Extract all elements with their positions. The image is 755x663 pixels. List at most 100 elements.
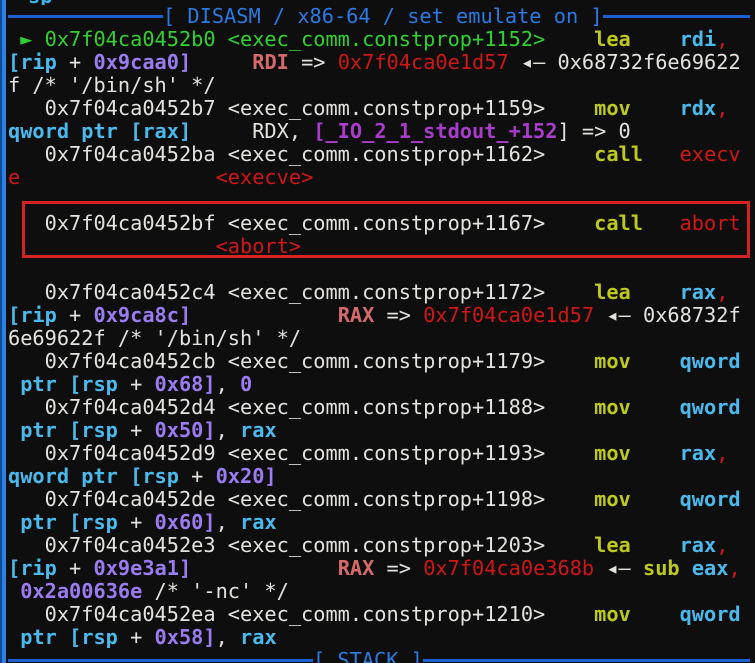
code-token-plain: , — [215, 418, 241, 442]
code-token-imm: 0x58] — [154, 625, 216, 649]
disasm-row: f /* '/bin/sh' */ — [8, 74, 755, 97]
disasm-row: ► 0x7f04ca0452b0 <exec_comm.constprop+11… — [8, 28, 755, 51]
header-label-disasm: [ DISASM / x86-64 / set emulate on ] — [163, 4, 603, 28]
code-token-register: ptr [rsp — [8, 372, 118, 396]
disasm-row: [rip + 0x9e3a1] RAX => 0x7f04ca0e368b ◂—… — [8, 557, 755, 580]
code-token-plain: 0x7f04ca0452d4 <exec_comm.constprop+1188… — [8, 395, 546, 419]
code-token-symbol: [_IO_2_1_stdout_+152 — [313, 119, 558, 143]
code-token-plain: , — [215, 625, 241, 649]
code-token-addr: , — [716, 280, 729, 304]
code-token-mnemonic: mov — [545, 441, 631, 465]
disasm-row: ptr [rsp + 0x60], rax — [8, 511, 755, 534]
code-token-plain: 0x7f04ca0452de <exec_comm.constprop+1198… — [8, 487, 546, 511]
code-token-plain: + — [56, 556, 94, 580]
code-token-plain: + — [56, 303, 94, 327]
code-token-plain: + — [56, 50, 94, 74]
code-token-mnemonic: mov — [545, 395, 631, 419]
code-token-current: ► 0x7f04ca0452b0 <exec_comm.constprop+11… — [8, 27, 546, 51]
code-token-mnemonic: mov — [545, 96, 631, 120]
code-token-plain: => — [374, 303, 424, 327]
code-token-imm: 0x9caa0] — [93, 50, 192, 74]
code-token-addr: 0x7f04ca0e1d57 — [423, 303, 595, 327]
code-token-plain: 0x7f04ca0452ba <exec_comm.constprop+1162… — [8, 142, 546, 166]
code-token-plain: + — [117, 625, 155, 649]
code-token-register: qword — [630, 395, 741, 419]
code-token-plain: f /* '/bin/sh' */ — [8, 73, 216, 97]
disasm-row: 0x7f04ca0452c4 <exec_comm.constprop+1172… — [8, 281, 755, 304]
code-token-register: rdx — [630, 96, 717, 120]
code-token-mnemonic: lea — [545, 533, 631, 557]
code-token-plain: 0x7f04ca0452cb <exec_comm.constprop+1179… — [8, 349, 546, 373]
code-token-imm: 0x68] — [154, 372, 216, 396]
disasm-row: 0x7f04ca0452b7 <exec_comm.constprop+1159… — [8, 97, 755, 120]
divider-line — [8, 659, 313, 662]
divider-line — [422, 659, 750, 662]
divider-line — [8, 15, 163, 18]
code-token-addr: , — [716, 441, 729, 465]
code-token-addr: , — [716, 27, 729, 51]
code-token-imm: 0 — [240, 372, 253, 396]
code-token-addr: e — [8, 165, 21, 189]
code-token-register: rax — [240, 625, 277, 649]
code-token-register: qword — [630, 487, 741, 511]
code-token-register: rax — [630, 533, 717, 557]
code-token-register: ptr [rsp — [8, 418, 118, 442]
code-token-register: rax — [240, 510, 277, 534]
disasm-row: 0x7f04ca0452e3 <exec_comm.constprop+1203… — [8, 534, 755, 557]
code-token-mnemonic: call — [545, 142, 643, 166]
code-token-plain: => — [288, 50, 338, 74]
disasm-row: [rip + 0x9caa0] RDI => 0x7f04ca0e1d57 ◂—… — [8, 51, 755, 74]
code-token-reg-label: RAX — [337, 303, 375, 327]
code-token-reg-label: RDI — [252, 50, 289, 74]
code-token-plain: 0x7f04ca0452d9 <exec_comm.constprop+1193… — [8, 441, 546, 465]
code-token-imm: 0x50] — [154, 418, 216, 442]
code-token-plain: /* '-nc' */ — [142, 579, 289, 603]
code-token-plain: + — [117, 372, 155, 396]
code-token-plain: => — [374, 556, 424, 580]
pane-scrollbar[interactable] — [0, 0, 6, 663]
code-token-register: qword — [630, 602, 741, 626]
code-token-imm: 0x20] — [215, 464, 277, 488]
code-token-addr: <execve> — [215, 165, 314, 189]
code-token-register: eax — [679, 556, 729, 580]
code-token-mnemonic: mov — [545, 349, 631, 373]
code-token-plain: 0x7f04ca0452c4 <exec_comm.constprop+1172… — [8, 280, 546, 304]
code-token-addr: execv — [642, 142, 741, 166]
code-token-plain: ] => 0 — [557, 119, 631, 143]
disasm-row: ptr [rsp + 0x68], 0 — [8, 373, 755, 396]
code-token-plain: 0x68732f — [642, 303, 741, 327]
disasm-row — [8, 258, 755, 281]
code-token-register: rax — [630, 280, 717, 304]
disasm-rows: [ DISASM / x86-64 / set emulate on ] ► 0… — [8, 5, 755, 663]
code-token-mnemonic: mov — [545, 487, 631, 511]
code-token-plain: + — [178, 464, 216, 488]
code-token-register: [rip — [8, 303, 57, 327]
disasm-row: 0x2a00636e /* '-nc' */ — [8, 580, 755, 603]
disasm-row: qword ptr [rsp + 0x20] — [8, 465, 755, 488]
code-token-addr: 0x7f04ca0e1d57 — [337, 50, 509, 74]
code-token-plain: 0x7f04ca0452b7 <exec_comm.constprop+1159… — [8, 96, 546, 120]
code-token-plain: RDX, — [191, 119, 314, 143]
disasm-row: 0x7f04ca0452cb <exec_comm.constprop+1179… — [8, 350, 755, 373]
code-token-register: ptr [rsp — [8, 625, 118, 649]
code-token-register: qword — [630, 349, 741, 373]
disasm-row: [rip + 0x9ca8c] RAX => 0x7f04ca0e1d57 ◂—… — [8, 304, 755, 327]
code-token-register: qword ptr [rsp — [8, 464, 179, 488]
code-token-register: ptr [rsp — [8, 510, 118, 534]
code-token-plain: 6e69622f /* '/bin/sh' */ — [8, 326, 302, 350]
code-token-imm: 0x9e3a1] — [93, 556, 192, 580]
header-label-stack: [ STACK ] — [313, 648, 423, 663]
section-header-stack: [ STACK ] — [8, 649, 755, 663]
code-token-plain: , — [215, 510, 241, 534]
disasm-row: 0x7f04ca0452ba <exec_comm.constprop+1162… — [8, 143, 755, 166]
disasm-row: 0x7f04ca0452d4 <exec_comm.constprop+1188… — [8, 396, 755, 419]
code-token-plain: 0x68732f6e69622 — [557, 50, 741, 74]
disasm-row: ptr [rsp + 0x58], rax — [8, 626, 755, 649]
code-token-register: [rip — [8, 50, 57, 74]
code-token-register: rax — [630, 441, 717, 465]
code-token-imm: 0x2a00636e — [20, 579, 143, 603]
